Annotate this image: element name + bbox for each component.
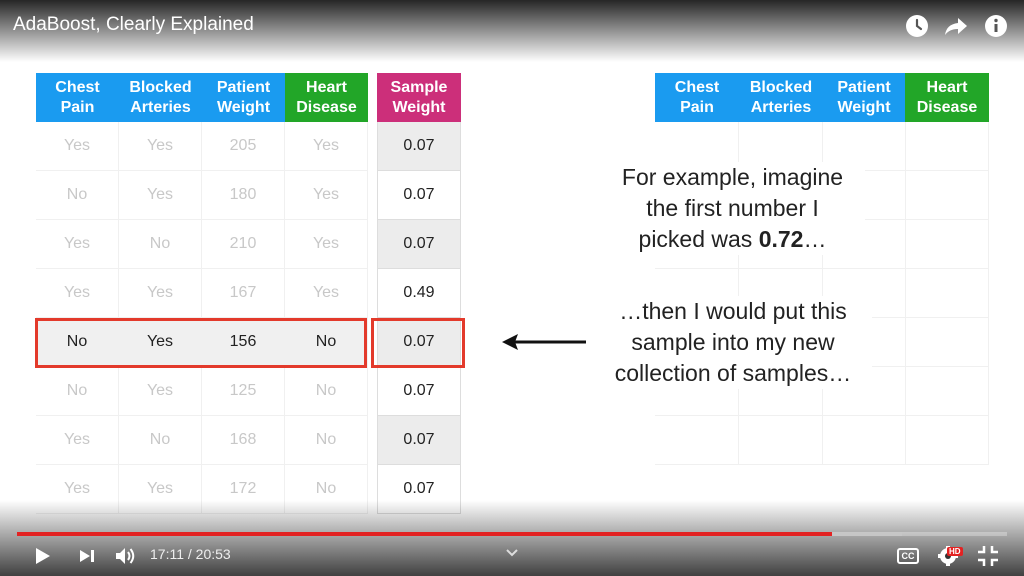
empty-table-cell: [905, 122, 989, 171]
sample-weight-cell: 0.07: [377, 416, 461, 465]
table-cell: Yes: [285, 269, 368, 318]
sample-weight-cell: 0.07: [377, 367, 461, 416]
left-header-0: Chest Pain: [36, 73, 119, 122]
right-header-2: Patient Weight: [822, 73, 906, 122]
table-cell: 210: [202, 220, 285, 269]
table-cell: Yes: [285, 171, 368, 220]
empty-table-cell: [739, 416, 823, 465]
sample-weight-header: Sample Weight: [377, 73, 461, 122]
left-arrow: [502, 334, 586, 350]
time-display: 17:11 / 20:53: [150, 546, 231, 562]
sample-weight-cell: 0.07: [377, 171, 461, 220]
table-cell: Yes: [119, 122, 202, 171]
table-cell: Yes: [36, 269, 119, 318]
table-cell: 167: [202, 269, 285, 318]
share-icon[interactable]: [943, 13, 969, 39]
play-icon[interactable]: [29, 543, 55, 569]
table-cell: Yes: [36, 416, 119, 465]
fullscreen-icon[interactable]: [975, 543, 1001, 569]
table-cell: Yes: [119, 171, 202, 220]
chevron-down-icon[interactable]: [504, 547, 520, 559]
empty-table-cell: [822, 416, 906, 465]
current-time: 17:11: [150, 546, 184, 562]
table-cell: 205: [202, 122, 285, 171]
right-header-1: Blocked Arteries: [739, 73, 823, 122]
empty-table-cell: [905, 171, 989, 220]
video-controls-overlay: [0, 500, 1024, 576]
table-cell: Yes: [119, 269, 202, 318]
empty-table-cell: [905, 416, 989, 465]
total-time: 20:53: [195, 546, 231, 562]
table-cell: Yes: [285, 220, 368, 269]
sample-weight-cell: 0.07: [377, 122, 461, 171]
progress-played[interactable]: [17, 532, 832, 536]
table-cell: No: [119, 416, 202, 465]
captions-icon[interactable]: CC: [897, 548, 919, 564]
highlight-row-box: [35, 318, 367, 368]
sample-weight-cell: 0.49: [377, 269, 461, 318]
empty-table-cell: [655, 416, 739, 465]
info-icon[interactable]: [983, 13, 1009, 39]
empty-table-cell: [905, 220, 989, 269]
highlight-weight-box: [371, 318, 465, 368]
table-cell: 168: [202, 416, 285, 465]
table-cell: Yes: [36, 220, 119, 269]
table-cell: 125: [202, 367, 285, 416]
left-header-2: Patient Weight: [202, 73, 285, 122]
volume-icon[interactable]: [112, 543, 138, 569]
empty-table-cell: [905, 367, 989, 416]
table-cell: 180: [202, 171, 285, 220]
right-header-0: Chest Pain: [655, 73, 739, 122]
left-header-3: Heart Disease: [285, 73, 368, 122]
video-title[interactable]: AdaBoost, Clearly Explained: [13, 14, 254, 36]
empty-table-cell: [905, 269, 989, 318]
clock-icon[interactable]: [904, 13, 930, 39]
empty-table-cell: [905, 318, 989, 367]
left-header-1: Blocked Arteries: [119, 73, 202, 122]
right-header-3: Heart Disease: [905, 73, 989, 122]
table-cell: Yes: [36, 122, 119, 171]
callout-example: For example, imagine the first number I …: [600, 162, 865, 255]
next-icon[interactable]: [74, 543, 100, 569]
table-cell: No: [36, 171, 119, 220]
table-cell: No: [285, 416, 368, 465]
table-cell: Yes: [285, 122, 368, 171]
hd-badge: HD: [947, 547, 963, 556]
sample-weight-cell: 0.07: [377, 220, 461, 269]
table-cell: No: [119, 220, 202, 269]
table-cell: No: [285, 367, 368, 416]
table-cell: No: [36, 367, 119, 416]
callout-then: …then I would put this sample into my ne…: [594, 296, 872, 389]
table-cell: Yes: [119, 367, 202, 416]
